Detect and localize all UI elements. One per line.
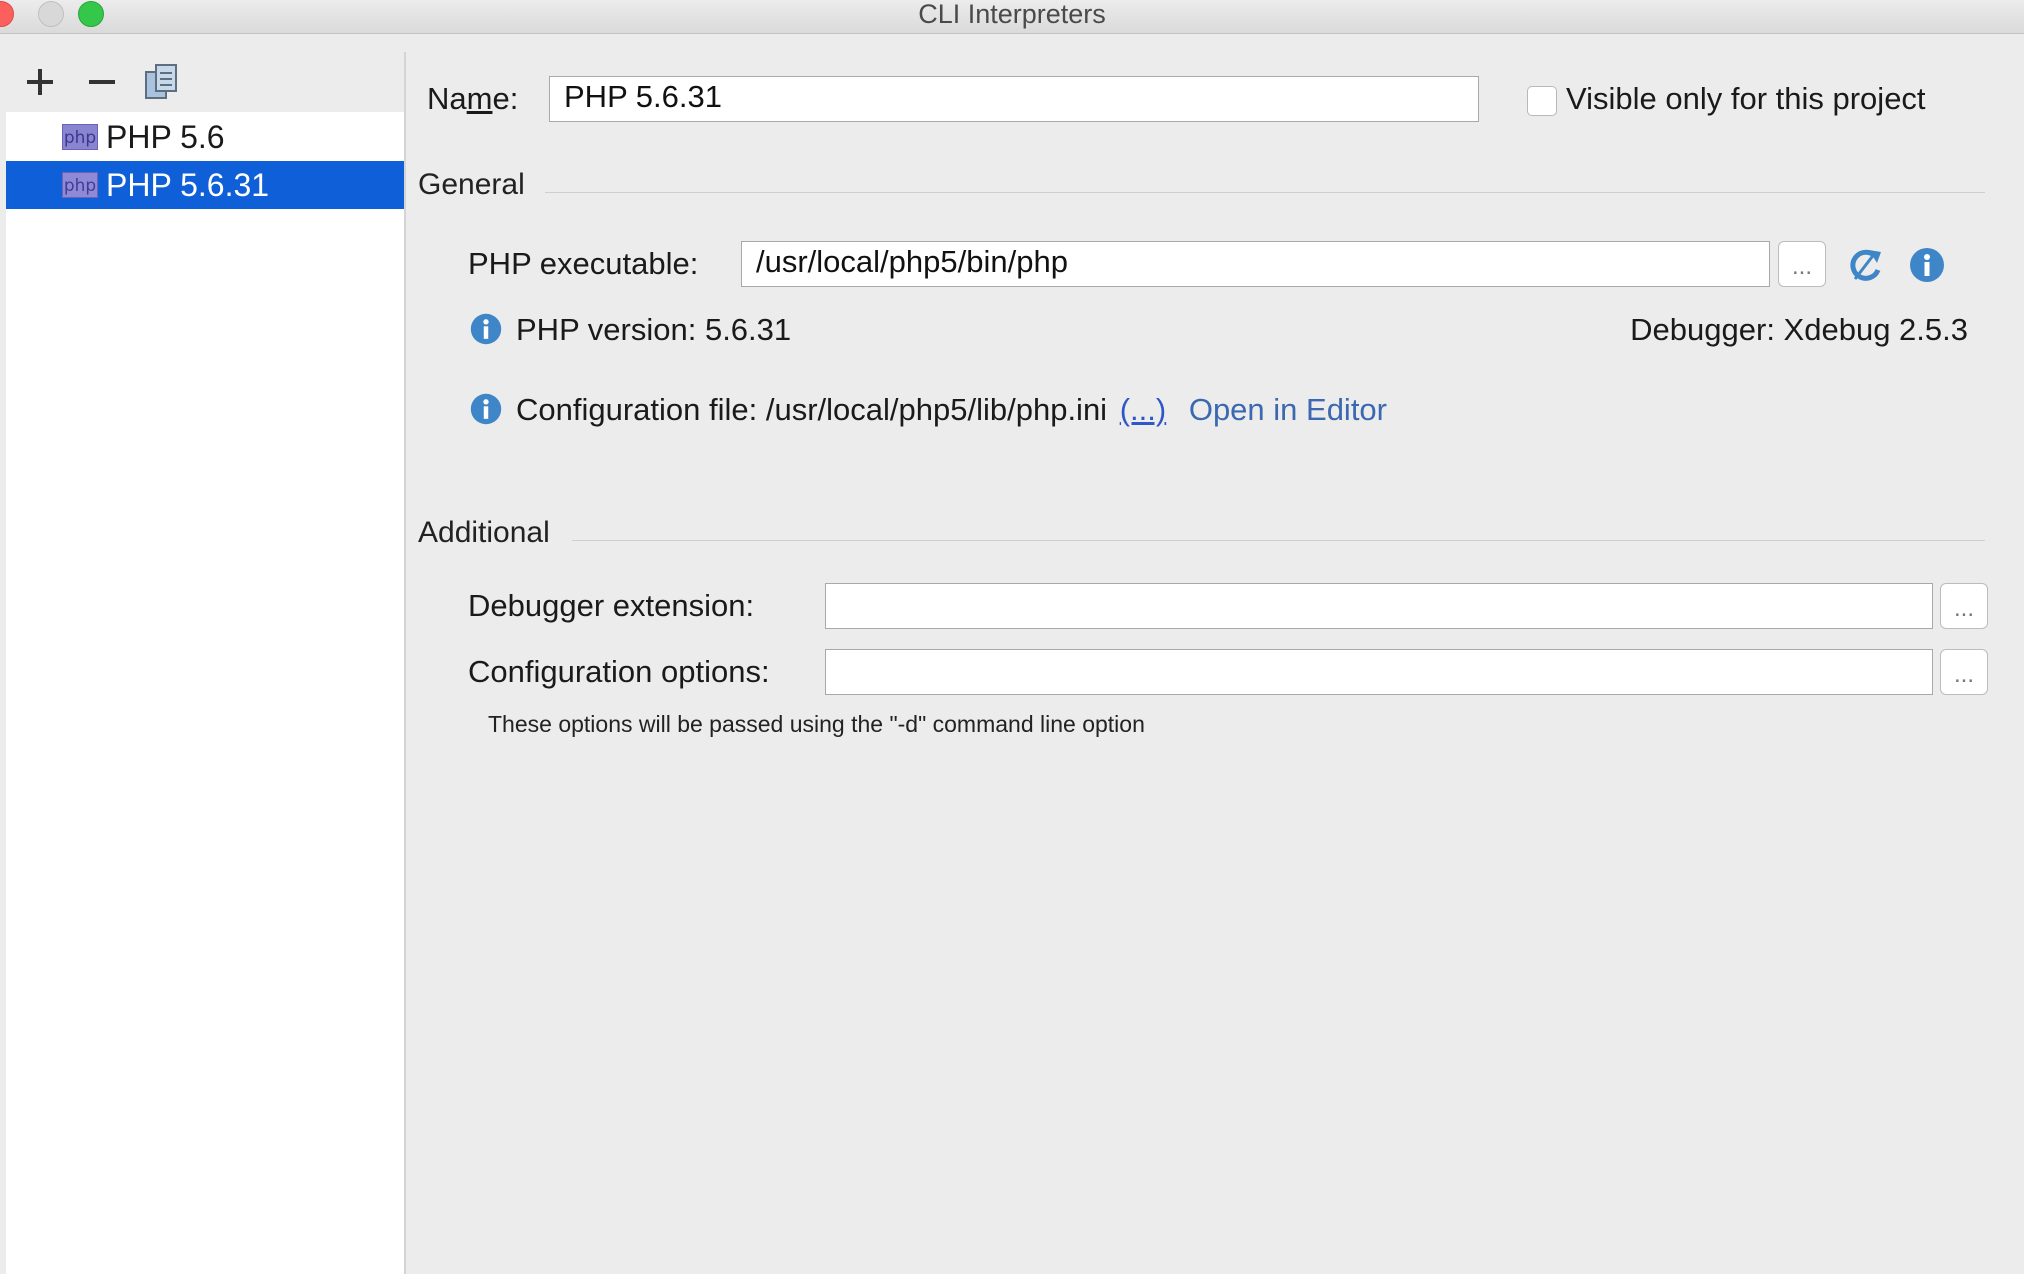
visible-only-label[interactable]: Visible only for this project [1566, 81, 1926, 117]
debugger-extension-input[interactable] [825, 583, 1933, 629]
general-section-divider [545, 192, 1985, 193]
name-label-mnemonic: m [466, 81, 493, 116]
info-icon [470, 393, 502, 425]
interpreter-item-php-5-6-31[interactable]: php PHP 5.6.31 [6, 161, 404, 209]
interpreter-toolbar [6, 52, 404, 112]
configuration-options-browse-button[interactable]: ... [1940, 649, 1988, 695]
additional-section-divider [572, 540, 1985, 541]
name-input[interactable]: PHP 5.6.31 [549, 76, 1479, 122]
panel-divider[interactable] [404, 52, 406, 1274]
minus-icon [89, 80, 115, 84]
name-label-part: Na [427, 81, 467, 116]
name-label-part: e: [492, 81, 519, 116]
php-executable-label: PHP executable: [468, 246, 699, 281]
interpreter-list-panel [6, 52, 404, 1274]
debugger-extension-browse-button[interactable]: ... [1940, 583, 1988, 629]
visible-only-checkbox[interactable] [1527, 86, 1557, 116]
configuration-options-input[interactable] [825, 649, 1933, 695]
interpreter-tree: php PHP 5.6 php PHP 5.6.31 [6, 113, 404, 209]
additional-section-title: Additional [418, 516, 550, 549]
debugger-text: Debugger: Xdebug 2.5.3 [1630, 312, 1968, 347]
php-icon: php [62, 124, 98, 150]
config-file-details-link[interactable]: (...) [1120, 392, 1167, 427]
configuration-options-hint: These options will be passed using the "… [488, 711, 1145, 737]
reload-icon[interactable] [1845, 246, 1885, 286]
open-in-editor-link[interactable]: Open in Editor [1189, 392, 1387, 427]
config-file-text: Configuration file: /usr/local/php5/lib/… [516, 392, 1108, 427]
php-executable-input[interactable]: /usr/local/php5/bin/php [741, 241, 1770, 287]
window-title: CLI Interpreters [918, 0, 1106, 29]
name-label: Name: [427, 81, 518, 117]
interpreter-item-php-5-6[interactable]: php PHP 5.6 [6, 113, 404, 161]
info-icon [470, 313, 502, 345]
interpreter-label: PHP 5.6.31 [106, 167, 270, 203]
php-icon: php [62, 172, 98, 198]
copy-interpreter-button[interactable] [140, 60, 184, 104]
plus-icon [27, 69, 53, 95]
config-file-row: Configuration file: /usr/local/php5/lib/… [516, 392, 1387, 428]
debugger-extension-label: Debugger extension: [468, 588, 755, 623]
php-version-text: PHP version: 5.6.31 [516, 312, 792, 347]
window-titlebar: CLI Interpreters [0, 0, 2024, 34]
php-executable-browse-button[interactable]: ... [1778, 241, 1826, 287]
copy-icon [145, 64, 177, 99]
interpreter-label: PHP 5.6 [106, 119, 225, 155]
remove-interpreter-button[interactable] [80, 60, 124, 104]
configuration-options-label: Configuration options: [468, 654, 770, 689]
info-icon[interactable] [1908, 246, 1946, 284]
general-section-title: General [418, 168, 525, 201]
add-interpreter-button[interactable] [18, 60, 62, 104]
